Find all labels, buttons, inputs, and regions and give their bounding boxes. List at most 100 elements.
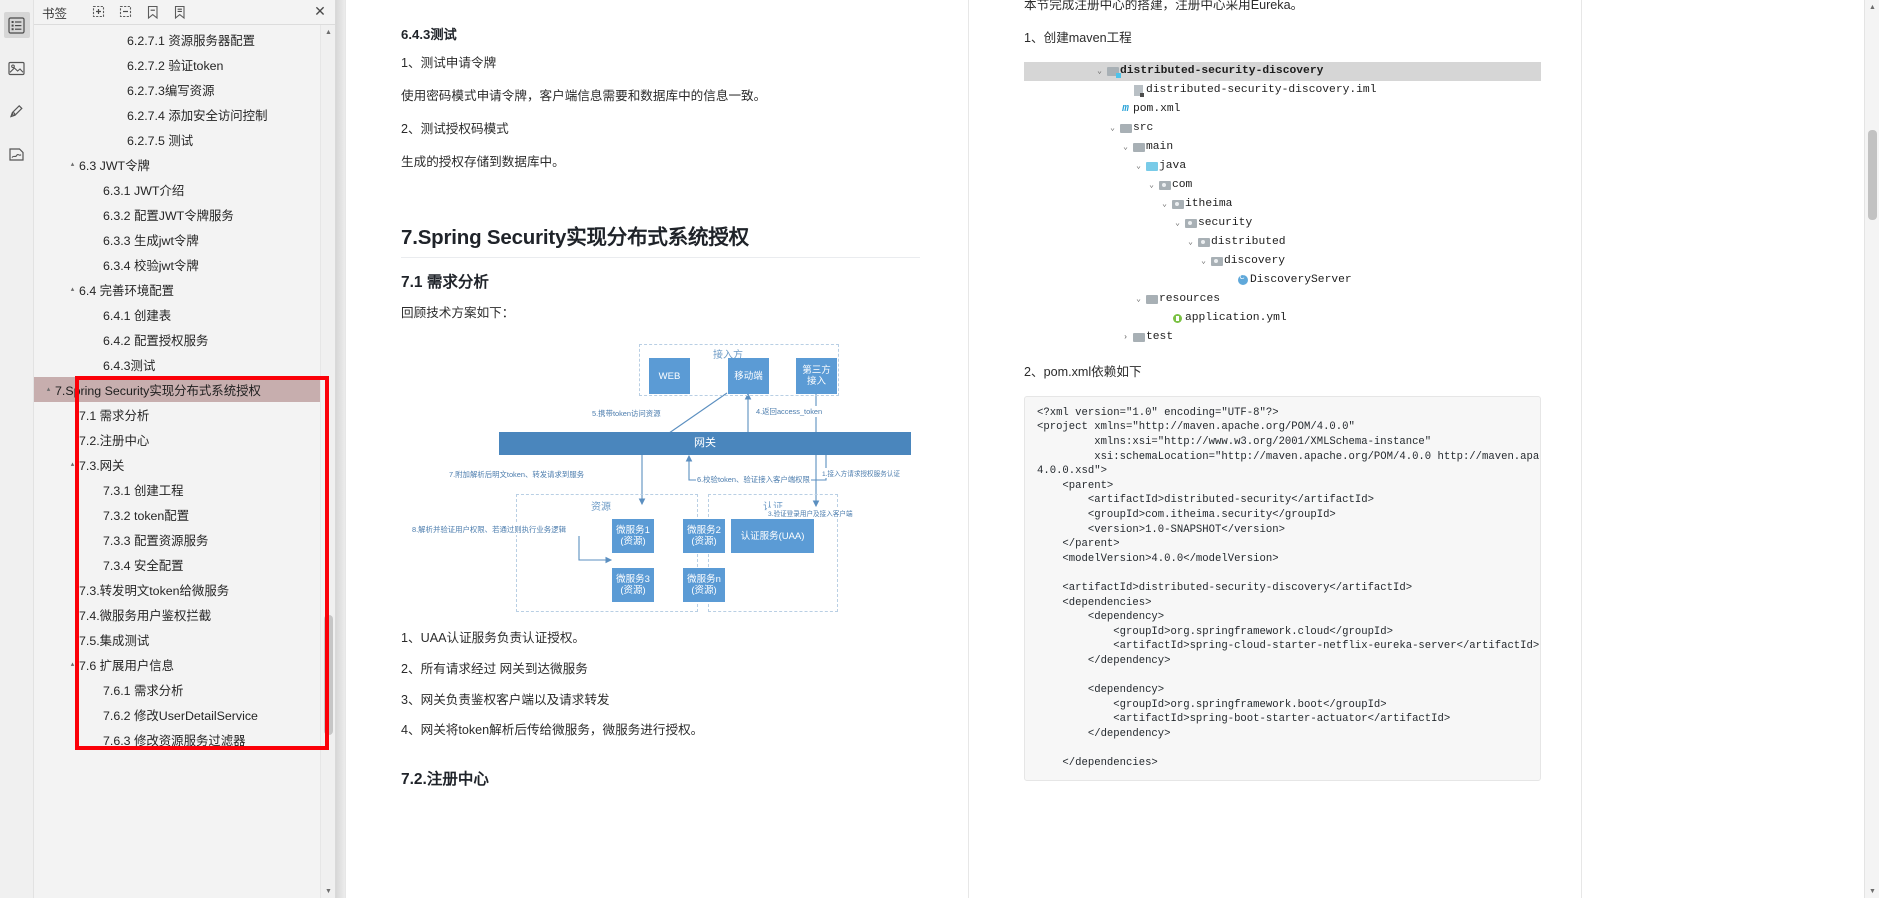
project-tree-row[interactable]: distributed-security-discovery.iml: [1024, 81, 1541, 100]
project-tree[interactable]: ⌄ distributed-security-discovery distrib…: [1024, 61, 1541, 347]
bookmark-item[interactable]: 7.5.集成测试: [34, 627, 335, 652]
bookmark-item[interactable]: 6.3.2 配置JWT令牌服务: [34, 202, 335, 227]
project-tree-row[interactable]: ⌄ security: [1024, 214, 1541, 233]
bookmark-item[interactable]: 7.4.微服务用户鉴权拦截: [34, 602, 335, 627]
project-tree-label: distributed-security-discovery: [1120, 65, 1324, 78]
bookmark-item-label: 6.4.3测试: [103, 358, 156, 373]
bookmark-item-label: 6.4.1 创建表: [103, 308, 172, 323]
signature-panel-icon[interactable]: [4, 141, 30, 167]
project-tree-row[interactable]: ⌄ resources: [1024, 290, 1541, 309]
bookmark-item[interactable]: 7.3.1 创建工程: [34, 477, 335, 502]
thumbnails-panel-icon[interactable]: [4, 55, 30, 81]
project-tree-label: main: [1146, 141, 1174, 154]
project-tree-row[interactable]: application.yml: [1024, 309, 1541, 328]
paragraph-step-1: 1、创建maven工程: [1024, 30, 1132, 45]
bookmark-item[interactable]: 6.2.7.5 测试: [34, 127, 335, 152]
bookmark-item[interactable]: 6.2.7.4 添加安全访问控制: [34, 102, 335, 127]
bookmark-item[interactable]: 7.6.2 修改UserDetailService: [34, 702, 335, 727]
bookmark-item[interactable]: 6.3.4 校验jwt令牌: [34, 252, 335, 277]
bookmark-item-label: 7.6.3 修改资源服务过滤器: [103, 733, 246, 748]
annotation-panel-icon[interactable]: [4, 98, 30, 124]
pom-xml-code-block: <?xml version="1.0" encoding="UTF-8"?> <…: [1024, 395, 1541, 781]
project-tree-label: resources: [1159, 293, 1221, 306]
package-icon: [1209, 256, 1224, 266]
close-panel-icon[interactable]: ✕: [311, 2, 329, 20]
bookmark-item[interactable]: 6.2.7.3编写资源: [34, 77, 335, 102]
scrollbar-thumb[interactable]: [324, 615, 333, 735]
chevron-down-icon[interactable]: ⌄: [1172, 218, 1183, 228]
bookmark-item[interactable]: 7.3.2 token配置: [34, 502, 335, 527]
doc-scroll-down-arrow[interactable]: ▼: [1865, 884, 1879, 898]
bookmark-item[interactable]: ▴ 7.6 扩展用户信息: [34, 652, 335, 677]
chevron-down-icon[interactable]: ⌄: [1133, 161, 1144, 171]
chevron-right-icon[interactable]: ›: [1120, 333, 1131, 342]
project-tree-row[interactable]: › test: [1024, 328, 1541, 347]
bookmark-item[interactable]: 6.4.3测试: [34, 352, 335, 377]
bookmark-item[interactable]: ▴ 6.4 完善环境配置: [34, 277, 335, 302]
bookmark-item[interactable]: 6.3.3 生成jwt令牌: [34, 227, 335, 252]
project-tree-row[interactable]: ⌄ com: [1024, 176, 1541, 195]
bookmark-item-label: 7.6 扩展用户信息: [79, 658, 175, 673]
chevron-down-icon[interactable]: ⌄: [1185, 237, 1196, 247]
project-tree-row[interactable]: ⌄ distributed-security-discovery: [1024, 61, 1541, 81]
doc-scrollbar-thumb[interactable]: [1868, 130, 1877, 220]
scroll-up-arrow[interactable]: ▲: [321, 25, 336, 39]
doc-scroll-up-arrow[interactable]: ▲: [1865, 0, 1879, 14]
twisty-expanded-icon[interactable]: ▴: [66, 661, 79, 668]
bookmark-item[interactable]: 7.6.3 修改资源服务过滤器: [34, 727, 335, 752]
chevron-down-icon[interactable]: ⌄: [1107, 123, 1118, 133]
bookmarks-tree[interactable]: 6.2.7.1 资源服务器配置 6.2.7.2 验证token 6.2.7.3编写资…: [34, 25, 335, 898]
document-scrollbar[interactable]: ▲ ▼: [1864, 0, 1879, 898]
chevron-down-icon[interactable]: ⌄: [1094, 66, 1105, 76]
paragraph-4: 生成的授权存储到数据库中。: [401, 154, 565, 169]
bookmark-item-label: 7.3.网关: [79, 458, 125, 473]
bookmark-item[interactable]: 6.4.1 创建表: [34, 302, 335, 327]
bookmark-item[interactable]: 7.2.注册中心: [34, 427, 335, 452]
bookmark-item[interactable]: 6.4.2 配置授权服务: [34, 327, 335, 352]
diagram-label-4: 4.返回access_token: [755, 406, 824, 418]
outline-panel-icon[interactable]: [3, 12, 30, 38]
bookmark-item-label: 7.Spring Security实现分布式系统授权: [55, 383, 261, 398]
chevron-down-icon[interactable]: ⌄: [1133, 294, 1144, 304]
project-tree-row[interactable]: ⌄ src: [1024, 119, 1541, 138]
chevron-down-icon[interactable]: ⌄: [1120, 142, 1131, 152]
bookmark-item[interactable]: 7.6.1 需求分析: [34, 677, 335, 702]
bookmark-item[interactable]: ▴ 6.3 JWT令牌: [34, 152, 335, 177]
scroll-down-arrow[interactable]: ▼: [321, 884, 336, 898]
project-tree-row[interactable]: ⌄ java: [1024, 157, 1541, 176]
remove-bookmark-icon[interactable]: [116, 3, 137, 22]
document-viewport[interactable]: 6.4.3测试 1、测试申请令牌 使用密码模式申请令牌，客户端信息需要和数据库中…: [336, 0, 1879, 898]
folder-icon: [1131, 332, 1146, 342]
add-bookmark-icon[interactable]: [89, 3, 110, 22]
project-tree-label: application.yml: [1185, 312, 1287, 325]
collapse-bookmarks-icon[interactable]: [170, 3, 191, 22]
bookmark-item[interactable]: 7.3.4 安全配置: [34, 552, 335, 577]
twisty-expanded-icon[interactable]: ▴: [66, 161, 79, 168]
bookmark-item[interactable]: 6.2.7.2 验证token: [34, 52, 335, 77]
twisty-expanded-icon[interactable]: ▴: [66, 461, 79, 468]
twisty-expanded-icon[interactable]: ▴: [42, 386, 55, 393]
bookmark-item[interactable]: ▴ 7.3.网关: [34, 452, 335, 477]
bookmark-item[interactable]: 6.3.1 JWT介绍: [34, 177, 335, 202]
diagram-box-ms3: 微服务3 (资源): [612, 568, 654, 603]
bookmark-item[interactable]: 7.3.3 配置资源服务: [34, 527, 335, 552]
bookmark-item[interactable]: 7.3.转发明文token给微服务: [34, 577, 335, 602]
project-tree-row[interactable]: ⌄ main: [1024, 138, 1541, 157]
project-tree-row[interactable]: ⌄ distributed: [1024, 233, 1541, 252]
project-tree-label: discovery: [1224, 255, 1286, 268]
bookmarks-scrollbar[interactable]: ▲ ▼: [320, 25, 335, 898]
expand-bookmarks-icon[interactable]: [143, 3, 164, 22]
project-tree-row[interactable]: ⌄ itheima: [1024, 195, 1541, 214]
chevron-down-icon[interactable]: ⌄: [1159, 199, 1170, 209]
diagram-box-third-party-label2: 接入: [806, 376, 826, 388]
chevron-down-icon[interactable]: ⌄: [1198, 256, 1209, 266]
project-tree-row[interactable]: m pom.xml: [1024, 100, 1541, 119]
bookmark-item[interactable]: 6.2.7.1 资源服务器配置: [34, 27, 335, 52]
bookmark-item[interactable]: ▴ 7.Spring Security实现分布式系统授权: [34, 377, 335, 402]
bookmark-item-label: 7.3.3 配置资源服务: [103, 533, 209, 548]
bookmark-item[interactable]: 7.1 需求分析: [34, 402, 335, 427]
project-tree-row[interactable]: ⌄ discovery: [1024, 252, 1541, 271]
project-tree-row[interactable]: DiscoveryServer: [1024, 271, 1541, 290]
twisty-expanded-icon[interactable]: ▴: [66, 286, 79, 293]
chevron-down-icon[interactable]: ⌄: [1146, 180, 1157, 190]
